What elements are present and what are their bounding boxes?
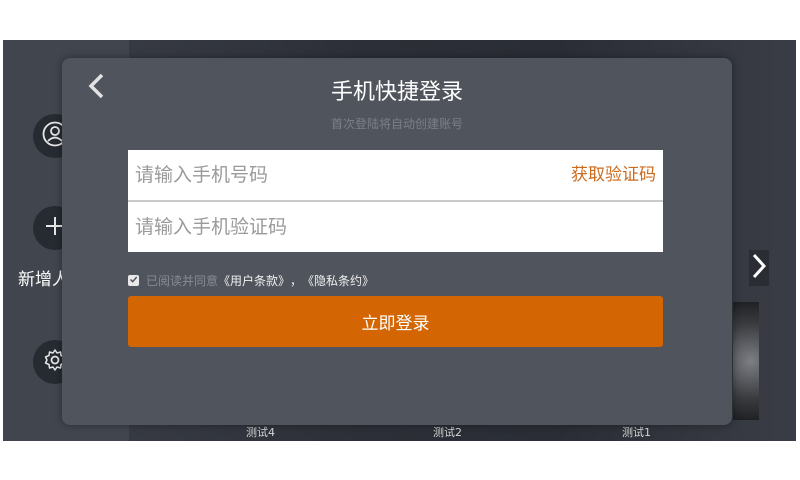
thumbnail-label[interactable]: 测试1 [622, 424, 651, 440]
agree-checkbox[interactable] [128, 273, 139, 287]
terms-separator: ， [290, 273, 303, 288]
thumbnail-label[interactable]: 测试4 [246, 424, 275, 440]
chevron-right-icon [752, 253, 767, 283]
get-code-button[interactable]: 获取验证码 [571, 150, 656, 200]
thumbnail-image[interactable] [733, 302, 759, 420]
verification-code-input[interactable] [128, 202, 535, 252]
thumbnail-label[interactable]: 测试2 [433, 424, 462, 440]
agreement-row: 已阅读并同意 《用户条款》 ， 《隐私条约》 [128, 271, 374, 289]
user-terms-link[interactable]: 《用户条款》 [218, 272, 290, 289]
phone-input[interactable] [128, 150, 535, 200]
login-button[interactable]: 立即登录 [128, 296, 663, 347]
login-dialog: 手机快捷登录 首次登陆将自动创建账号 获取验证码 已阅读并同意 《用户条款》 ，… [62, 58, 732, 425]
next-button[interactable] [749, 250, 769, 286]
agree-text: 已阅读并同意 [146, 273, 219, 288]
privacy-terms-link[interactable]: 《隐私条约》 [302, 272, 374, 289]
dialog-title: 手机快捷登录 [330, 80, 463, 105]
code-field [128, 202, 663, 252]
phone-field: 获取验证码 [128, 150, 663, 200]
dialog-subtitle: 首次登陆将自动创建账号 [330, 117, 463, 131]
check-icon [129, 273, 138, 287]
